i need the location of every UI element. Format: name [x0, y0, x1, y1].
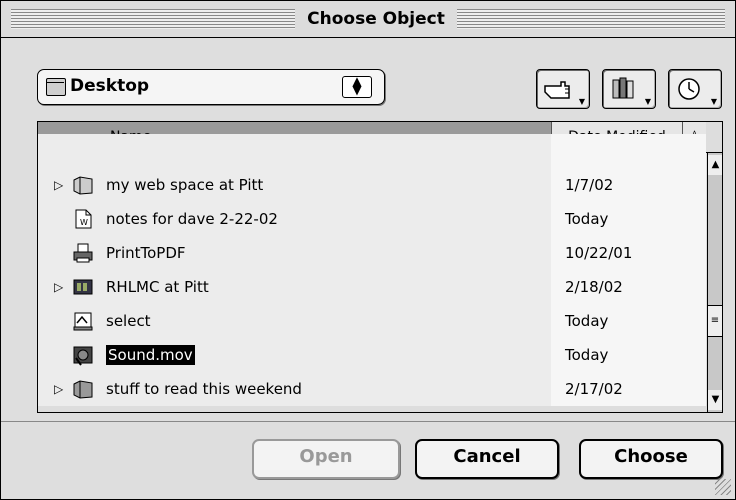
scroll-up-arrow-icon[interactable]: ▲	[708, 155, 722, 175]
chevron-down-icon: ▼	[710, 97, 717, 106]
application-icon	[73, 312, 93, 331]
cancel-button[interactable]: Cancel	[415, 439, 559, 479]
file-name: RHLMC at Pitt	[106, 278, 209, 296]
server-folder-icon	[73, 176, 93, 195]
location-popup[interactable]: Desktop ▲ ▼	[37, 69, 385, 105]
server-volume-icon	[73, 279, 93, 295]
chevron-down-icon: ▼	[578, 97, 585, 106]
printer-icon	[73, 243, 93, 263]
choose-object-dialog: Choose Object Desktop ▲▼ ▼ ▼ ▼ Name Date	[0, 0, 736, 500]
favorites-button[interactable]: ▼	[602, 69, 656, 109]
list-rows: 1/7/02 ▷ my web space at Pitt Today W no…	[38, 134, 706, 412]
disclosure-triangle-icon[interactable]: ▷	[54, 382, 63, 396]
table-row[interactable]: 1/7/02 ▷ my web space at Pitt	[38, 168, 706, 202]
folder-icon	[46, 78, 66, 96]
svg-text:W: W	[80, 218, 88, 227]
disclosure-triangle-icon[interactable]: ▷	[54, 280, 63, 294]
date-cell: Today	[565, 210, 609, 228]
choose-button[interactable]: Choose	[579, 439, 723, 479]
file-name: select	[106, 312, 151, 330]
table-row-selected[interactable]: Today Sound.mov	[38, 338, 706, 372]
shortcuts-button[interactable]: ▼	[536, 69, 590, 109]
date-cell: 2/18/02	[565, 278, 623, 296]
clock-icon	[678, 78, 700, 100]
updown-arrows-icon: ▲ ▼	[342, 75, 372, 98]
table-row-partial	[38, 134, 706, 168]
window-title: Choose Object	[295, 7, 457, 31]
scroll-down-arrow-icon[interactable]: ▼	[708, 390, 722, 410]
scroll-thumb[interactable]: ≡	[708, 305, 722, 337]
hand-pointer-icon	[544, 81, 570, 99]
date-cell: 2/17/02	[565, 380, 623, 398]
disclosure-triangle-icon[interactable]: ▷	[54, 178, 63, 192]
file-name: stuff to read this weekend	[106, 380, 302, 398]
title-bar[interactable]: Choose Object	[1, 1, 735, 38]
folder-icon	[73, 380, 93, 399]
books-icon	[612, 77, 634, 99]
title-stripes-left	[11, 9, 295, 29]
document-icon: W	[75, 209, 92, 229]
table-row[interactable]: 10/22/01 PrintToPDF	[38, 236, 706, 270]
title-stripes-right	[457, 9, 725, 29]
date-cell: 10/22/01	[565, 244, 633, 262]
recent-button[interactable]: ▼	[668, 69, 722, 109]
table-row[interactable]: Today W notes for dave 2-22-02	[38, 202, 706, 236]
table-row[interactable]: 2/17/02 ▷ stuff to read this weekend	[38, 372, 706, 406]
table-row[interactable]: 2/18/02 ▷ RHLMC at Pitt	[38, 270, 706, 304]
file-name-selected: Sound.mov	[106, 345, 195, 365]
divider	[1, 421, 735, 422]
chevron-down-icon: ▼	[644, 97, 651, 106]
resize-grip-icon[interactable]	[715, 479, 731, 495]
date-cell: Today	[565, 346, 609, 364]
date-cell: 1/7/02	[565, 176, 614, 194]
open-button[interactable]: Open	[252, 439, 400, 479]
movie-icon	[73, 346, 93, 366]
location-label: Desktop	[70, 76, 150, 96]
file-name: notes for dave 2-22-02	[106, 210, 278, 228]
file-name: PrintToPDF	[106, 244, 186, 262]
vertical-scrollbar[interactable]: ▲ ≡ ▼	[707, 153, 722, 412]
file-list: Name Date Modified ≜ 1/7/02 ▷ my web spa…	[37, 121, 723, 413]
table-row[interactable]: Today select	[38, 304, 706, 338]
file-name: my web space at Pitt	[106, 176, 264, 194]
date-cell: Today	[565, 312, 609, 330]
